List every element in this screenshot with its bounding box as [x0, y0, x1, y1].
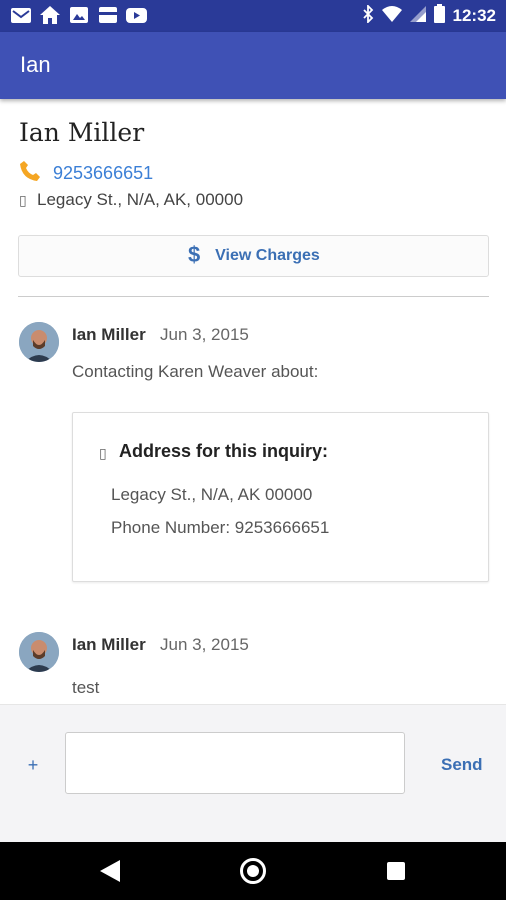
message-author: Ian Miller	[72, 325, 146, 344]
message-composer: + Send	[0, 704, 506, 842]
inquiry-card-title: Address for this inquiry:	[119, 441, 329, 461]
battery-icon	[433, 4, 445, 28]
notification-icons	[10, 6, 147, 24]
location-icon: ▯	[19, 191, 27, 208]
photo-icon	[68, 6, 89, 24]
youtube-icon	[126, 6, 147, 24]
send-button[interactable]: Send	[441, 755, 483, 775]
message-input[interactable]	[65, 732, 405, 794]
page-title: Ian	[20, 52, 51, 77]
home-icon	[39, 6, 60, 24]
message-author: Ian Miller	[72, 635, 146, 654]
message-date: Jun 3, 2015	[160, 325, 249, 344]
location-icon: ▯	[99, 445, 107, 461]
message-body: test	[72, 678, 100, 697]
back-icon[interactable]	[100, 860, 120, 887]
contact-address: ▯ Legacy St., N/A, AK, 00000	[19, 190, 243, 210]
phone-link[interactable]: 9253666651	[53, 163, 153, 184]
system-icons: 12:32	[362, 3, 496, 28]
bluetooth-icon	[362, 3, 374, 28]
status-time: 12:32	[452, 6, 496, 25]
address-text: Legacy St., N/A, AK, 00000	[37, 190, 244, 209]
app-bar: Ian	[0, 32, 506, 99]
inquiry-phone: Phone Number: 9253666651	[111, 518, 330, 537]
view-charges-label: View Charges	[215, 247, 320, 264]
recent-apps-icon[interactable]	[387, 862, 405, 880]
phone-row[interactable]: 9253666651	[19, 160, 153, 187]
status-bar: 12:32	[0, 0, 506, 32]
system-nav-bar	[0, 842, 506, 900]
avatar[interactable]	[19, 322, 59, 362]
card-icon	[97, 6, 118, 24]
contact-name: Ian Miller	[19, 118, 145, 147]
view-charges-button[interactable]: $ View Charges	[18, 235, 489, 277]
wifi-icon	[381, 5, 402, 27]
divider	[18, 296, 489, 297]
svg-text:$: $	[188, 243, 200, 265]
avatar[interactable]	[19, 632, 59, 672]
inquiry-address: Legacy St., N/A, AK 00000	[111, 485, 313, 504]
phone-icon[interactable]	[19, 160, 41, 187]
home-button-icon[interactable]	[240, 858, 266, 884]
cell-signal-icon	[409, 5, 426, 27]
add-attachment-button[interactable]: +	[24, 755, 42, 776]
message-body: Contacting Karen Weaver about:	[72, 362, 319, 381]
inquiry-card: ▯ Address for this inquiry: Legacy St., …	[72, 412, 489, 582]
dollar-icon: $	[187, 242, 203, 270]
message-date: Jun 3, 2015	[160, 635, 249, 654]
gmail-icon	[10, 6, 31, 24]
